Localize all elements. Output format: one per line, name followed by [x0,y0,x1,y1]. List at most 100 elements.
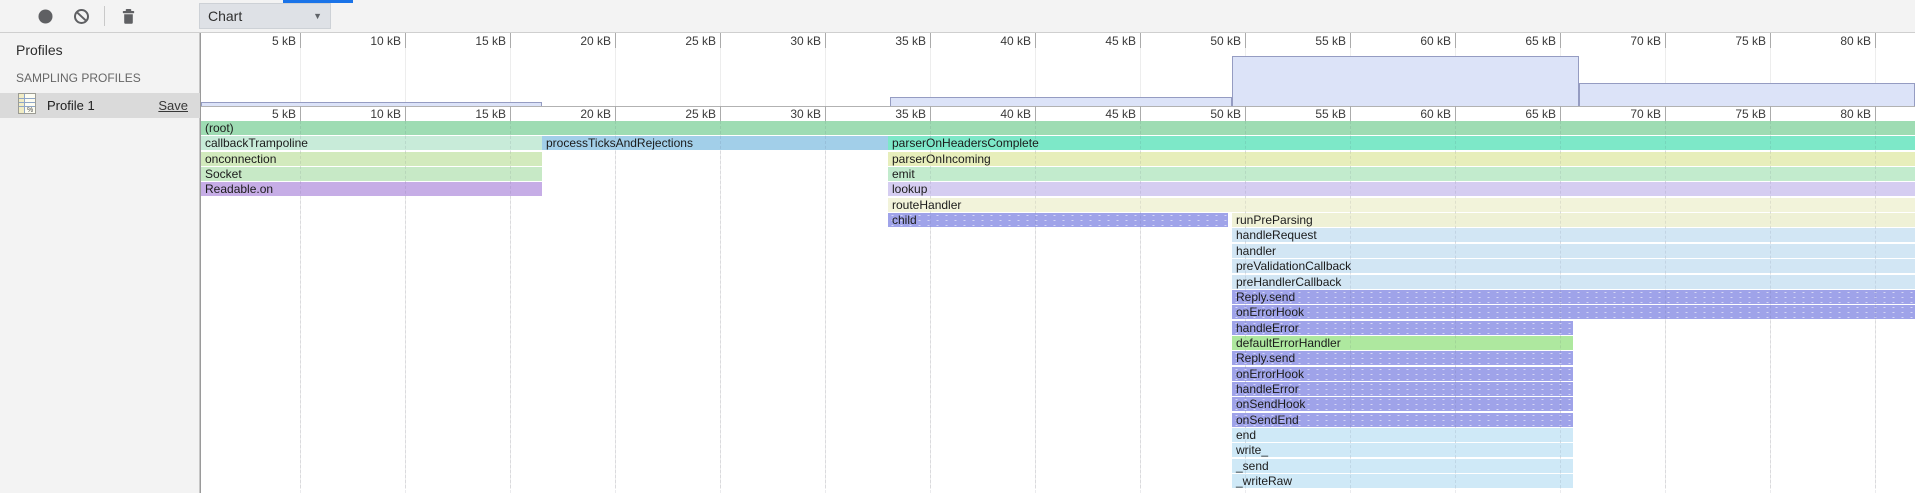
ruler-tick-label: 75 kB [1686,107,1766,121]
ruler-tick [1140,106,1141,121]
profile-name: Profile 1 [47,98,95,113]
flame-bar[interactable]: handler [1232,244,1915,258]
sidebar-item-profile-1[interactable]: % Profile 1 Save [0,93,200,118]
flame-bar[interactable]: onErrorHook [1232,367,1573,381]
block-icon [73,8,90,25]
gridline-dashed [825,121,826,493]
flame-bar[interactable]: handleError [1232,321,1573,335]
flame-bar[interactable]: runPreParsing [1232,213,1915,227]
gridline-dashed [1770,121,1771,493]
flame-bar[interactable]: handleError [1232,382,1573,396]
flame-bar[interactable]: child [888,213,1228,227]
flame-bar[interactable]: onSendHook [1232,397,1573,411]
ruler-tick-label: 60 kB [1371,34,1451,48]
view-mode-select[interactable]: Chart ▼ [199,3,331,29]
gridline-dashed [1560,121,1561,493]
ruler-tick [615,106,616,121]
accent-strip [283,0,353,3]
ruler-tick [1560,33,1561,48]
gridline-dashed [930,121,931,493]
overview-step [1579,83,1915,106]
flame-bar[interactable]: preHandlerCallback [1232,275,1915,289]
overview-ruler: 5 kB10 kB15 kB20 kB25 kB30 kB35 kB40 kB4… [201,33,1915,48]
flame-rows: (root)callbackTrampolineprocessTicksAndR… [201,121,1915,493]
gridline-dashed [615,121,616,493]
flame-bar[interactable]: defaultErrorHandler [1232,336,1573,350]
flame-bar[interactable]: write_ [1232,443,1573,457]
toolbar-divider [104,6,105,26]
ruler-tick-label: 30 kB [741,34,821,48]
flame-ruler: 5 kB10 kB15 kB20 kB25 kB30 kB35 kB40 kB4… [201,106,1915,121]
flame-bar[interactable]: Readable.on [201,182,542,196]
ruler-tick-label: 70 kB [1581,34,1661,48]
ruler-tick [510,33,511,48]
ruler-tick [300,106,301,121]
ruler-tick [1035,106,1036,121]
ruler-tick-label: 55 kB [1266,34,1346,48]
clear-all-button[interactable] [73,8,90,25]
ruler-tick-label: 25 kB [636,107,716,121]
ruler-tick-label: 20 kB [531,34,611,48]
delete-profile-button[interactable] [120,8,137,25]
flame-bar[interactable]: routeHandler [888,198,1915,212]
flame-bar[interactable]: _writeRaw [1232,474,1573,488]
flame-bar[interactable]: callbackTrampoline [201,136,542,150]
flame-bar[interactable]: onSendEnd [1232,413,1573,427]
flame-bar[interactable]: (root) [201,121,1915,135]
ruler-tick-label: 45 kB [1056,34,1136,48]
flame-bar[interactable]: emit [888,167,1915,181]
ruler-tick-label: 10 kB [321,107,401,121]
flame-bar[interactable]: onErrorHook [1232,305,1915,319]
ruler-tick [1245,106,1246,121]
chevron-down-icon: ▼ [313,11,322,21]
ruler-tick-label: 60 kB [1371,107,1451,121]
flame-bar[interactable]: parserOnHeadersComplete [888,136,1915,150]
flame-bar[interactable]: Reply.send [1232,290,1915,304]
view-mode-value: Chart [208,8,242,24]
ruler-tick-label: 5 kB [216,34,296,48]
ruler-tick-label: 25 kB [636,34,716,48]
gridline-dashed [1140,121,1141,493]
overview-step [1232,56,1579,106]
flame-bar[interactable]: lookup [888,182,1915,196]
gridline-dashed [1035,121,1036,493]
flame-bar[interactable]: processTicksAndRejections [542,136,888,150]
ruler-tick [300,33,301,48]
gridline-dashed [510,121,511,493]
flame-bar[interactable]: handleRequest [1232,228,1915,242]
ruler-tick-label: 40 kB [951,34,1031,48]
save-profile-link[interactable]: Save [158,98,188,113]
ruler-tick-label: 45 kB [1056,107,1136,121]
ruler-tick-label: 35 kB [846,34,926,48]
ruler-tick [930,106,931,121]
svg-text:%: % [27,107,33,114]
ruler-tick-label: 20 kB [531,107,611,121]
sidebar-title: Profiles [16,42,63,58]
flame-bar[interactable]: onconnection [201,152,542,166]
ruler-tick [720,106,721,121]
profile-document-icon: % [18,93,36,119]
flame-bar[interactable]: Reply.send [1232,351,1573,365]
sampling-profiles-section-label: SAMPLING PROFILES [16,71,141,85]
ruler-tick [1875,106,1876,121]
flame-bar[interactable]: end [1232,428,1573,442]
ruler-tick [1455,106,1456,121]
ruler-tick [405,33,406,48]
flame-chart-pane: 5 kB10 kB15 kB20 kB25 kB30 kB35 kB40 kB4… [200,33,1915,493]
ruler-tick-label: 65 kB [1476,107,1556,121]
flame-bar[interactable]: parserOnIncoming [888,152,1915,166]
ruler-tick-label: 50 kB [1161,34,1241,48]
record-button[interactable] [37,8,54,25]
ruler-tick [1665,106,1666,121]
ruler-tick-label: 80 kB [1791,34,1871,48]
ruler-tick-label: 40 kB [951,107,1031,121]
ruler-tick [1140,33,1141,48]
flame-bar[interactable]: preValidationCallback [1232,259,1915,273]
ruler-tick [510,106,511,121]
flame-bar[interactable]: Socket [201,167,542,181]
ruler-tick [1770,106,1771,121]
flame-bar[interactable]: _send [1232,459,1573,473]
memory-overview[interactable] [201,48,1915,107]
ruler-tick [1350,33,1351,48]
ruler-tick-label: 50 kB [1161,107,1241,121]
